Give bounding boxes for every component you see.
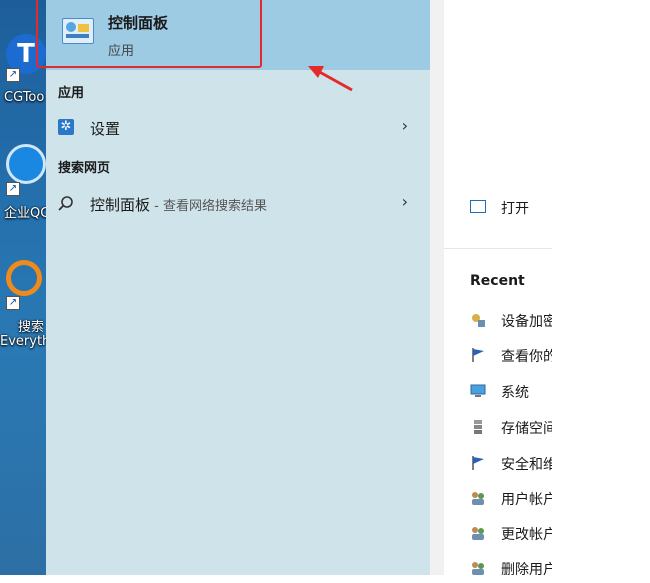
recent-item-label: 设备加密 bbox=[501, 314, 552, 330]
recent-item[interactable]: 设备加密 bbox=[444, 305, 552, 335]
open-action[interactable]: 打开 bbox=[444, 178, 552, 249]
search-icon bbox=[58, 196, 73, 211]
shortcut-arrow-icon: ↗ bbox=[6, 296, 20, 310]
desktop-shortcut-label: 搜索 bbox=[18, 320, 45, 335]
desktop-shortcut-enterprise-qq[interactable]: ↗ 企业QC bbox=[0, 140, 46, 230]
everything-search-icon bbox=[6, 260, 42, 296]
recent-item[interactable]: 更改帐户 bbox=[444, 518, 552, 548]
recent-item[interactable]: 查看你的 bbox=[444, 340, 552, 370]
recent-item[interactable]: 系统 bbox=[444, 376, 552, 406]
details-pane: 打开 Recent 设备加密 查看你的 系统 存储空间 安全和维 用户帐户 更改… bbox=[444, 0, 650, 578]
recent-item[interactable]: 存储空间 bbox=[444, 412, 552, 442]
recent-item-label: 删除用户 bbox=[501, 562, 552, 578]
desktop-background: T ↗ CGToo ↗ 企业QC ↗ 搜索 Everyth bbox=[0, 0, 46, 575]
monitor-icon bbox=[470, 384, 486, 397]
web-result-suffix: - 查看网络搜索结果 bbox=[150, 199, 267, 214]
result-label: 设置 bbox=[90, 120, 121, 138]
desktop-shortcut-everything[interactable]: ↗ 搜索 Everyth bbox=[0, 256, 46, 356]
recent-item-label: 用户帐户 bbox=[501, 492, 552, 508]
desktop-shortcut-label: CGToo bbox=[4, 90, 45, 105]
annotation-highlight-box bbox=[36, 0, 262, 68]
recent-item[interactable]: 安全和维 bbox=[444, 448, 552, 478]
desktop-shortcut-label: 企业QC bbox=[4, 206, 46, 221]
annotation-arrow-icon bbox=[308, 66, 353, 92]
gear-icon: ✲ bbox=[58, 119, 74, 135]
open-icon bbox=[470, 200, 486, 213]
desktop-shortcut-label: Everyth bbox=[0, 334, 46, 349]
open-label: 打开 bbox=[501, 201, 529, 217]
shortcut-arrow-icon: ↗ bbox=[6, 182, 20, 196]
pane-divider bbox=[430, 0, 444, 575]
recent-item-label: 更改帐户 bbox=[501, 527, 552, 543]
apps-section-header: 应用 bbox=[58, 86, 85, 101]
web-query-text: 控制面板 bbox=[90, 196, 151, 214]
users-icon bbox=[472, 527, 484, 540]
recent-item-label: 安全和维 bbox=[501, 457, 552, 473]
enterprise-qq-icon bbox=[6, 144, 46, 184]
flag-icon bbox=[472, 348, 484, 362]
flag-icon bbox=[472, 456, 484, 470]
web-section-header: 搜索网页 bbox=[58, 161, 111, 176]
recent-item-label: 系统 bbox=[501, 385, 529, 401]
result-web-search[interactable]: 控制面板 - 查看网络搜索结果 › bbox=[46, 186, 430, 220]
recent-item-label: 存储空间 bbox=[501, 421, 552, 437]
device-encryption-icon bbox=[472, 314, 485, 327]
chevron-right-icon[interactable]: › bbox=[402, 116, 408, 135]
shortcut-arrow-icon: ↗ bbox=[6, 68, 20, 82]
best-match-item[interactable]: 控制面板 应用 bbox=[36, 0, 430, 70]
recent-header: Recent bbox=[470, 273, 525, 289]
chevron-right-icon[interactable]: › bbox=[402, 192, 408, 211]
result-label: 控制面板 - 查看网络搜索结果 bbox=[90, 194, 267, 215]
storage-icon bbox=[474, 420, 482, 434]
users-icon bbox=[472, 492, 484, 505]
recent-item-label: 查看你的 bbox=[501, 349, 552, 365]
search-results-pane: 控制面板 应用 应用 ✲ 设置 › 搜索网页 控制面板 - 查看网络搜索结果 › bbox=[36, 0, 430, 575]
recent-item[interactable]: 用户帐户 bbox=[444, 483, 552, 513]
users-icon bbox=[472, 562, 484, 575]
recent-item[interactable]: 删除用户 bbox=[444, 553, 552, 583]
result-settings[interactable]: ✲ 设置 › bbox=[46, 110, 430, 144]
